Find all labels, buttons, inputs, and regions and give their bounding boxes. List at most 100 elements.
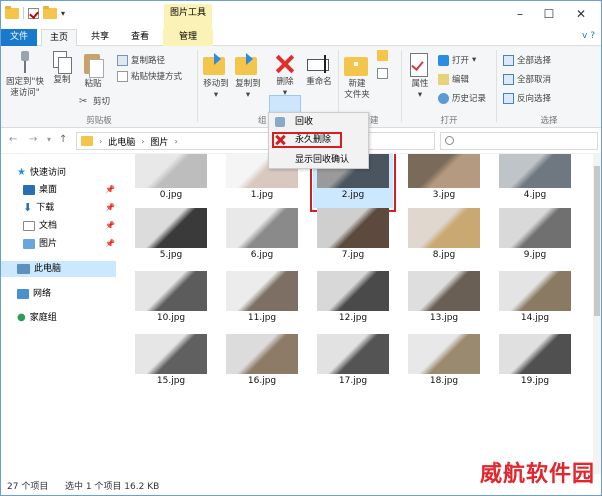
copy-label: 复制 [53, 75, 71, 85]
copy-to-button[interactable]: 复制到 ▾ [232, 53, 264, 101]
nav-network[interactable]: 网络 [17, 286, 51, 302]
file-name[interactable]: 17.jpg [317, 376, 389, 386]
file-name[interactable]: 5.jpg [135, 250, 207, 260]
tab-view[interactable]: 查看 [123, 29, 157, 46]
file-thumbnail[interactable] [499, 271, 571, 311]
file-thumbnail[interactable] [317, 271, 389, 311]
breadcrumb-pictures[interactable]: 图片 [150, 135, 168, 148]
invert-selection-button[interactable]: 反向选择 [503, 92, 551, 104]
folder-icon[interactable] [5, 5, 19, 19]
file-name[interactable]: 15.jpg [135, 376, 207, 386]
forward-arrow-icon[interactable]: → [29, 134, 37, 145]
tab-share[interactable]: 共享 [83, 29, 117, 46]
file-thumbnail[interactable] [135, 208, 207, 248]
file-name[interactable]: 18.jpg [408, 376, 480, 386]
pin-icon: 📌 [105, 221, 115, 230]
file-thumbnail[interactable] [499, 334, 571, 374]
file-thumbnail[interactable] [135, 271, 207, 311]
file-thumbnail[interactable] [317, 334, 389, 374]
history-button[interactable]: 历史记录 [438, 92, 486, 104]
file-name[interactable]: 8.jpg [408, 250, 480, 260]
navigation-pane: ★ 快速访问 桌面 📌 ⬇ 下载 📌 文档 📌 图片 📌 此电脑 网络 ● 家庭… [1, 154, 121, 474]
file-thumbnail[interactable] [499, 208, 571, 248]
file-thumbnail[interactable] [408, 208, 480, 248]
nav-pictures[interactable]: 图片 [23, 236, 57, 252]
file-thumbnail[interactable] [135, 154, 207, 188]
new-folder-button[interactable]: 新建 文件夹 [341, 53, 373, 101]
select-all-button[interactable]: 全部选择 [503, 54, 551, 66]
close-button[interactable]: ✕ [566, 5, 596, 23]
new-folder-icon[interactable] [43, 5, 57, 19]
nav-homegroup[interactable]: ● 家庭组 [17, 310, 57, 326]
properties-button[interactable]: 属性 ▾ [406, 53, 434, 101]
nav-this-pc[interactable]: 此电脑 [1, 261, 116, 277]
group-clipboard: 固定到"快 速访问" 复制 粘贴 复制路径 粘贴快捷方式 ✂ 剪切 剪贴板 [1, 46, 197, 128]
file-thumbnail[interactable] [226, 271, 298, 311]
file-thumbnail[interactable] [499, 154, 571, 188]
nav-desktop[interactable]: 桌面 [23, 182, 57, 198]
file-name[interactable]: 6.jpg [226, 250, 298, 260]
delete-button[interactable]: 删除 ▾ [270, 53, 300, 99]
file-name[interactable]: 13.jpg [408, 313, 480, 323]
copy-path-button[interactable]: 复制路径 [117, 54, 165, 66]
file-name[interactable]: 12.jpg [317, 313, 389, 323]
nav-quick-access[interactable]: ★ 快速访问 [17, 165, 66, 181]
tab-file[interactable]: 文件 [1, 29, 37, 46]
nav-documents[interactable]: 文档 [23, 218, 57, 234]
search-input[interactable] [440, 132, 598, 150]
properties-check-icon[interactable] [28, 7, 39, 19]
easy-access-button[interactable] [377, 68, 388, 79]
up-arrow-icon[interactable]: ↑ [59, 134, 67, 145]
open-button[interactable]: 打开 ▾ [438, 54, 476, 66]
file-thumbnail[interactable] [226, 334, 298, 374]
nav-downloads[interactable]: ⬇ 下载 [23, 200, 54, 216]
move-to-button[interactable]: 移动到 ▾ [200, 53, 232, 101]
file-thumbnail[interactable] [135, 334, 207, 374]
scrollbar-thumb[interactable] [594, 166, 600, 316]
file-name[interactable]: 10.jpg [135, 313, 207, 323]
file-name[interactable]: 7.jpg [317, 250, 389, 260]
minimize-button[interactable]: – [505, 5, 535, 23]
file-name[interactable]: 14.jpg [499, 313, 571, 323]
select-none-button[interactable]: 全部取消 [503, 73, 551, 85]
file-thumbnail[interactable] [408, 334, 480, 374]
breadcrumb[interactable]: › 此电脑 › 图片 › PC [76, 132, 435, 150]
paste-button[interactable]: 粘贴 [79, 51, 107, 90]
file-thumbnail[interactable] [317, 208, 389, 248]
properties-icon [410, 53, 430, 77]
cut-button[interactable]: ✂ 剪切 [79, 95, 110, 108]
new-item-button[interactable] [377, 50, 388, 61]
pin-quick-access-button[interactable]: 固定到"快 速访问" [3, 51, 47, 99]
file-name[interactable]: 0.jpg [135, 190, 207, 200]
help-icon[interactable]: v ? [582, 31, 595, 41]
file-name[interactable]: 11.jpg [226, 313, 298, 323]
chevron-down-icon[interactable]: ▾ [47, 135, 51, 144]
group-select: 全部选择 全部取消 反向选择 选择 [497, 46, 601, 128]
maximize-button[interactable]: ☐ [534, 5, 564, 23]
pictures-icon [23, 239, 35, 249]
edit-button[interactable]: 编辑 [438, 73, 469, 85]
menu-item-show-confirm[interactable]: 显示回收确认 [269, 152, 368, 168]
group-label-clipboard: 剪贴板 [86, 116, 112, 126]
chevron-down-icon: ▾ [213, 90, 219, 100]
breadcrumb-this-pc[interactable]: 此电脑 [108, 135, 135, 148]
tab-manage[interactable]: 管理 [163, 29, 213, 46]
chevron-down-icon[interactable]: ▾ [61, 9, 65, 18]
file-name[interactable]: 19.jpg [499, 376, 571, 386]
file-name[interactable]: 1.jpg [226, 190, 298, 200]
file-name[interactable]: 16.jpg [226, 376, 298, 386]
file-name[interactable]: 3.jpg [408, 190, 480, 200]
paste-shortcut-button[interactable]: 粘贴快捷方式 [117, 70, 182, 82]
file-thumbnail[interactable] [408, 271, 480, 311]
nav-this-pc-label: 此电脑 [34, 264, 62, 274]
rename-button[interactable]: 重命名 [302, 53, 336, 88]
context-tab-picture-tools: 图片工具 [164, 4, 212, 29]
file-thumbnail[interactable] [226, 208, 298, 248]
menu-item-recycle[interactable]: 回收 [269, 114, 368, 130]
copy-button[interactable]: 复制 [49, 51, 75, 86]
file-name[interactable]: 9.jpg [499, 250, 571, 260]
file-name[interactable]: 4.jpg [499, 190, 571, 200]
file-thumbnail[interactable] [408, 154, 480, 188]
back-arrow-icon[interactable]: ← [9, 134, 17, 145]
tab-home[interactable]: 主页 [41, 29, 77, 47]
